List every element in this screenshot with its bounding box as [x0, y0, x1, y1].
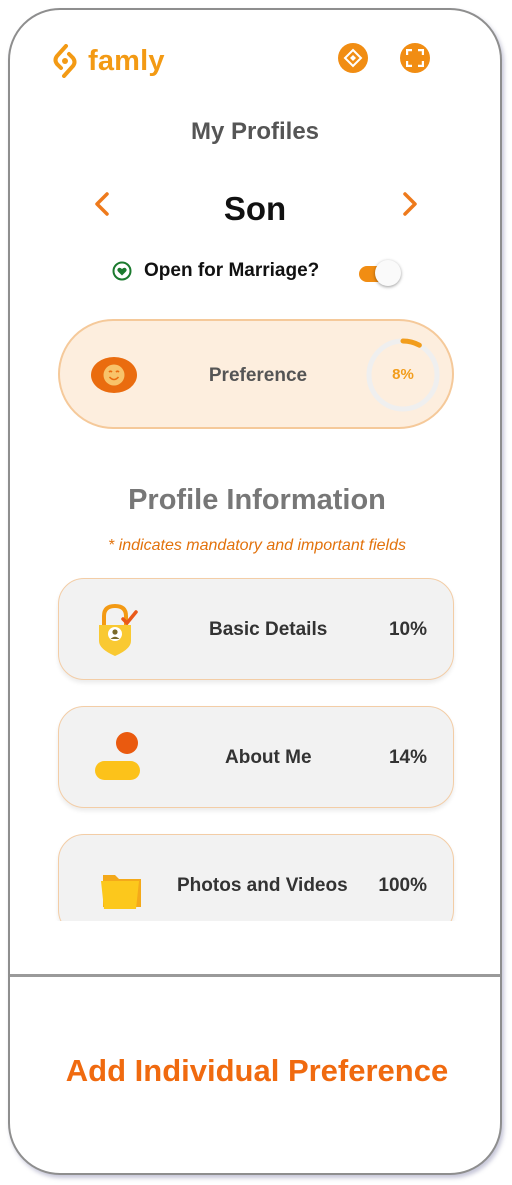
page-title: My Profiles [190, 118, 320, 145]
card-percent: 14% [388, 747, 427, 768]
app-logo: famly [52, 44, 165, 78]
about-me-card[interactable]: About Me 14% [58, 706, 454, 808]
preference-percent: 8% [392, 366, 414, 383]
profile-name: Son [223, 190, 287, 227]
footer-divider [10, 974, 500, 977]
marriage-toggle[interactable] [359, 258, 401, 290]
person-icon [95, 732, 140, 780]
sync-diamond-icon [343, 48, 363, 68]
marriage-status-row: Open for Marriage? [112, 260, 319, 282]
card-label: Basic Details [209, 619, 328, 640]
chevron-right-icon [403, 192, 417, 216]
card-percent: 10% [388, 619, 427, 640]
card-label: Photos and Videos [177, 875, 348, 896]
photos-videos-card[interactable]: Photos and Videos 100% [58, 834, 454, 921]
card-percent: 100% [378, 875, 427, 896]
card-label: About Me [225, 747, 312, 768]
famly-logo-icon [53, 44, 77, 78]
scan-frame-icon [406, 49, 424, 67]
scan-button[interactable] [400, 43, 430, 73]
toggle-knob [375, 260, 401, 286]
brand-name: famly [88, 44, 165, 77]
folder-icon [101, 875, 141, 909]
preference-card[interactable]: Preference 8% [58, 319, 454, 429]
sync-button[interactable] [338, 43, 368, 73]
phone-frame: famly My Profiles Son Open for Marriage? [8, 8, 502, 1175]
profile-info-list[interactable]: Basic Details 10% About Me 14% Photos an… [10, 565, 500, 921]
heart-radio-icon [112, 261, 132, 281]
add-individual-preference-button[interactable]: Add Individual Preference [10, 1053, 500, 1089]
next-profile-button[interactable] [398, 188, 422, 220]
basic-details-card[interactable]: Basic Details 10% [58, 578, 454, 680]
marriage-label: Open for Marriage? [144, 260, 320, 281]
mandatory-note: * indicates mandatory and important fiel… [108, 537, 406, 554]
lock-user-check-icon [99, 603, 138, 656]
section-title: Profile Information [128, 484, 386, 516]
